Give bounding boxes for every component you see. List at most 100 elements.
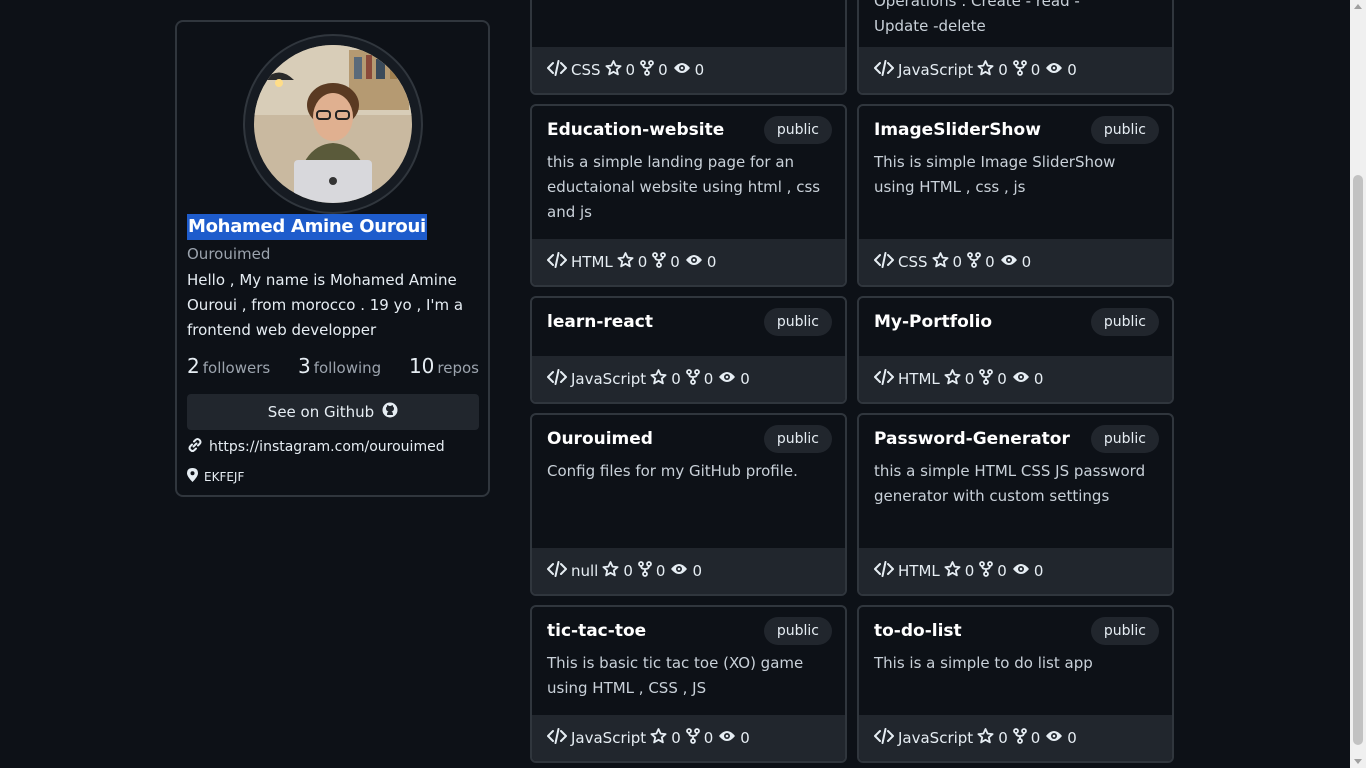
link-icon bbox=[187, 437, 209, 457]
repo-body: Ourouimed public Config files for my GitHu… bbox=[532, 415, 845, 484]
repo-stars: 0 bbox=[623, 562, 633, 580]
repo-watchers: 0 bbox=[694, 61, 705, 79]
repo-language: HTML bbox=[898, 562, 940, 580]
eye-icon bbox=[1045, 729, 1067, 747]
scrollbar[interactable] bbox=[1350, 0, 1366, 768]
repo-stars: 0 bbox=[964, 562, 975, 580]
star-icon bbox=[650, 728, 671, 748]
repo-stars: 0 bbox=[637, 253, 648, 271]
repo-stars: 0 bbox=[998, 729, 1008, 747]
repo-watchers: 0 bbox=[706, 253, 717, 271]
repo-forks: 0 bbox=[670, 253, 680, 271]
repo-description: this a simple HTML CSS JS password gener… bbox=[874, 462, 1146, 505]
repos-stat[interactable]: 10 repos bbox=[409, 354, 479, 378]
profile-bio: Hello , My name is Mohamed Amine Ouroui … bbox=[187, 271, 464, 339]
repo-body: My-Portfolio public bbox=[859, 298, 1172, 336]
repo-body: ImageSliderShow public This is simple Imag… bbox=[859, 106, 1172, 200]
fork-icon bbox=[967, 252, 985, 272]
code-icon bbox=[547, 369, 571, 389]
repo-watchers: 0 bbox=[1067, 61, 1077, 79]
repo-language: HTML bbox=[571, 253, 613, 271]
repo-description: this a simple landing page for an educta… bbox=[547, 153, 821, 221]
fork-icon bbox=[685, 728, 704, 748]
repo-card[interactable]: Password-Generator public this a simple HT… bbox=[857, 413, 1174, 596]
eye-icon bbox=[718, 729, 740, 747]
following-count: 3 bbox=[297, 354, 311, 378]
repo-card[interactable]: My-Portfolio public HTML 0 0 0 bbox=[857, 296, 1174, 404]
repo-language: JavaScript bbox=[571, 370, 647, 388]
repo-card[interactable]: learn-react public JavaScript 0 0 0 bbox=[530, 296, 847, 404]
avatar bbox=[254, 45, 412, 203]
repo-footer: HTML 0 0 0 bbox=[859, 548, 1172, 594]
repo-footer: JavaScript 0 0 0 bbox=[532, 356, 845, 402]
repo-body: learn-react public bbox=[532, 298, 845, 336]
repo-footer: CSS 0 0 0 bbox=[532, 47, 845, 93]
repo-card[interactable]: ImageSliderShow public This is simple Imag… bbox=[857, 104, 1174, 287]
repo-forks: 0 bbox=[1030, 61, 1041, 79]
repo-body: Password-Generator public this a simple HT… bbox=[859, 415, 1172, 509]
repo-stars: 0 bbox=[998, 61, 1008, 79]
repo-forks: 0 bbox=[1030, 729, 1041, 747]
repo-card-partial-right[interactable]: Operations : Create - read - Update -del… bbox=[857, 0, 1174, 95]
code-icon bbox=[874, 60, 898, 80]
repo-footer: JavaScript 0 0 0 bbox=[859, 715, 1172, 761]
repo-footer: CSS 0 0 0 bbox=[859, 239, 1172, 285]
repo-card[interactable]: to-do-list public This is a simple to do l… bbox=[857, 605, 1174, 763]
eye-icon bbox=[1000, 253, 1022, 271]
profile-stats: 2 followers 3 following 10 repos bbox=[187, 354, 479, 378]
repo-description: Operations : Create - read - Update -del… bbox=[874, 0, 1080, 35]
repo-watchers: 0 bbox=[692, 562, 702, 580]
repo-language: CSS bbox=[898, 253, 928, 271]
code-icon bbox=[547, 728, 571, 748]
visibility-badge: public bbox=[1090, 116, 1159, 144]
repo-forks: 0 bbox=[703, 370, 714, 388]
avatar-ring bbox=[243, 34, 423, 214]
scroll-down-arrow-icon[interactable] bbox=[1354, 759, 1362, 764]
fork-icon bbox=[1012, 728, 1031, 748]
repo-forks: 0 bbox=[703, 729, 714, 747]
repo-language: CSS bbox=[571, 61, 601, 79]
repo-footer: HTML 0 0 0 bbox=[859, 356, 1172, 402]
repos-label: repos bbox=[437, 359, 479, 377]
repo-description: This is simple Image SliderShow using HT… bbox=[874, 153, 1116, 196]
eye-icon bbox=[673, 61, 695, 79]
repo-language: JavaScript bbox=[898, 61, 974, 79]
fork-icon bbox=[640, 60, 658, 80]
eye-icon bbox=[1012, 370, 1034, 388]
see-on-github-button[interactable]: See on Github bbox=[187, 394, 479, 430]
repo-card[interactable]: Ourouimed public Config files for my GitHu… bbox=[530, 413, 847, 596]
star-icon bbox=[944, 561, 965, 581]
repo-description: This is basic tic tac toe (XO) game usin… bbox=[547, 654, 804, 697]
star-icon bbox=[977, 728, 998, 748]
repo-card[interactable]: Education-website public this a simple lan… bbox=[530, 104, 847, 287]
repo-forks: 0 bbox=[985, 253, 995, 271]
fork-icon bbox=[638, 561, 656, 581]
repo-watchers: 0 bbox=[1033, 370, 1044, 388]
code-icon bbox=[874, 728, 898, 748]
scroll-thumb[interactable] bbox=[1353, 175, 1363, 745]
repo-card[interactable]: tic-tac-toe public This is basic tic tac t… bbox=[530, 605, 847, 763]
repo-stars: 0 bbox=[964, 370, 975, 388]
repo-body: Education-website public this a simple lan… bbox=[532, 106, 845, 225]
code-icon bbox=[547, 60, 571, 80]
star-icon bbox=[932, 252, 953, 272]
repo-description: This is a simple to do list app bbox=[874, 654, 1093, 672]
followers-stat[interactable]: 2 followers bbox=[187, 354, 270, 378]
star-icon bbox=[650, 369, 671, 389]
repo-stars: 0 bbox=[671, 729, 681, 747]
eye-icon bbox=[1045, 61, 1067, 79]
following-label: following bbox=[313, 359, 382, 377]
followers-label: followers bbox=[202, 359, 271, 377]
code-icon bbox=[547, 252, 571, 272]
scroll-up-arrow-icon[interactable] bbox=[1354, 4, 1362, 9]
star-icon bbox=[617, 252, 638, 272]
repo-watchers: 0 bbox=[740, 370, 750, 388]
repo-card-partial-left[interactable]: CSS 0 0 0 bbox=[530, 0, 847, 95]
star-icon bbox=[977, 60, 998, 80]
repo-language: null bbox=[571, 562, 599, 580]
profile-link[interactable]: https://instagram.com/ourouimed bbox=[187, 437, 445, 457]
repo-watchers: 0 bbox=[740, 729, 750, 747]
code-icon bbox=[547, 561, 571, 581]
star-icon bbox=[602, 561, 623, 581]
following-stat[interactable]: 3 following bbox=[298, 354, 381, 378]
